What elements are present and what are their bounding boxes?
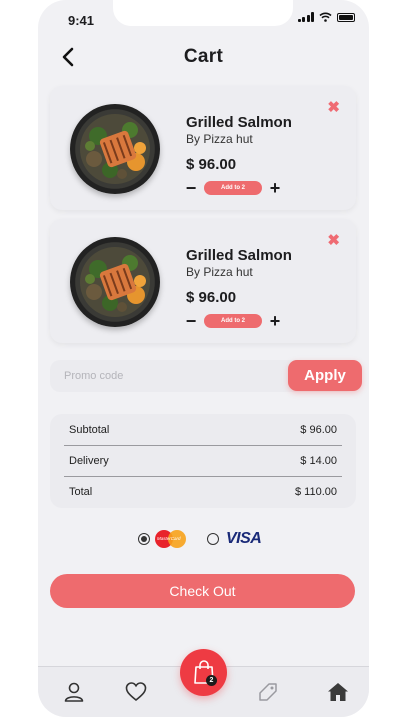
item-price: $ 96.00	[186, 289, 237, 306]
battery-icon	[337, 13, 355, 22]
heart-icon[interactable]	[125, 681, 147, 703]
quantity-stepper: − Add to 2 +	[184, 312, 282, 330]
mastercard-radio[interactable]	[138, 533, 150, 545]
decrease-quantity-button[interactable]: −	[184, 312, 198, 330]
quantity-pill[interactable]: Add to 2	[204, 314, 262, 328]
item-restaurant: By Pizza hut	[186, 132, 253, 146]
page-title: Cart	[183, 46, 224, 67]
decrease-quantity-button[interactable]: −	[184, 179, 198, 197]
summary-value: $ 14.00	[300, 455, 337, 467]
phone-screen: 9:41 Cart Grilled Salmon By Pizza hut $ …	[38, 0, 369, 717]
remove-item-icon[interactable]: ✖	[327, 98, 340, 116]
summary-row-delivery: Delivery $ 14.00	[64, 445, 342, 476]
status-icons	[297, 12, 355, 22]
promo-code-bar: Apply	[50, 360, 362, 392]
notch	[113, 0, 293, 26]
remove-item-icon[interactable]: ✖	[327, 231, 340, 249]
tag-icon[interactable]	[257, 681, 279, 703]
profile-icon[interactable]	[63, 681, 85, 703]
quantity-stepper: − Add to 2 +	[184, 179, 282, 197]
check-out-button[interactable]: Check Out	[50, 574, 355, 608]
order-summary: Subtotal $ 96.00 Delivery $ 14.00 Total …	[50, 414, 356, 508]
visa-logo: VISA	[226, 530, 262, 547]
food-image	[70, 237, 160, 327]
increase-quantity-button[interactable]: +	[268, 179, 282, 197]
visa-radio[interactable]	[207, 533, 219, 545]
cart-item-card: Grilled Salmon By Pizza hut $ 96.00 − Ad…	[50, 86, 356, 210]
cart-item-card: Grilled Salmon By Pizza hut $ 96.00 − Ad…	[50, 219, 356, 343]
increase-quantity-button[interactable]: +	[268, 312, 282, 330]
summary-row-subtotal: Subtotal $ 96.00	[64, 414, 342, 445]
home-icon[interactable]	[327, 681, 349, 703]
item-price: $ 96.00	[186, 156, 237, 173]
payment-methods: MasterCard VISA	[38, 528, 369, 550]
summary-row-total: Total $ 110.00	[64, 476, 342, 507]
cellular-signal-icon	[297, 12, 314, 22]
item-restaurant: By Pizza hut	[186, 265, 253, 279]
wifi-icon	[319, 12, 332, 22]
summary-value: $ 110.00	[294, 486, 337, 498]
mastercard-logo: MasterCard	[155, 530, 187, 548]
summary-value: $ 96.00	[300, 423, 337, 436]
summary-label: Delivery	[69, 455, 109, 467]
cart-count-badge: 2	[206, 675, 217, 686]
item-name: Grilled Salmon	[186, 114, 292, 131]
status-time: 9:41	[68, 13, 95, 28]
summary-label: Total	[69, 486, 93, 498]
quantity-pill[interactable]: Add to 2	[204, 181, 262, 195]
cart-tab-button[interactable]: 2	[180, 649, 227, 696]
item-name: Grilled Salmon	[186, 247, 292, 264]
food-image	[70, 104, 160, 194]
promo-code-input[interactable]	[50, 360, 280, 392]
summary-label: Subtotal	[69, 423, 110, 436]
apply-button[interactable]: Apply	[288, 360, 362, 391]
